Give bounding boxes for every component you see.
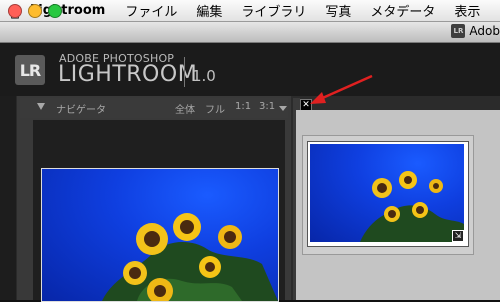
- zoom-window-button[interactable]: [48, 4, 62, 18]
- minimize-window-button[interactable]: [28, 4, 42, 18]
- window-title-bar: [0, 22, 500, 43]
- zoom-fill-option[interactable]: フル: [205, 101, 225, 116]
- thumbnail-badge-icon[interactable]: ⇲: [452, 230, 464, 242]
- menu-metadata[interactable]: メタデータ: [370, 1, 435, 20]
- thumb-sunflower-1: [372, 178, 392, 198]
- menu-photo[interactable]: 写真: [325, 1, 351, 20]
- window-title: LR Adob: [451, 24, 500, 38]
- navigator-title: ナビゲータ: [56, 105, 106, 116]
- window-title-text: Adob: [469, 24, 500, 38]
- left-panel-edge[interactable]: [0, 96, 16, 300]
- sunflower-3: [218, 225, 242, 249]
- thumb-sunflower-4: [384, 206, 400, 222]
- close-window-button[interactable]: [8, 4, 22, 18]
- annotation-arrow: [310, 74, 373, 104]
- collapse-triangle-icon[interactable]: [37, 103, 45, 110]
- product-version: 1.0: [192, 67, 216, 85]
- sunflower-thumbnail-image: [360, 171, 464, 242]
- thumb-sunflower-2: [399, 171, 417, 189]
- zoom-dropdown-icon[interactable]: [279, 106, 287, 111]
- mac-menu-bar:  Lightroom ファイル 編集 ライブラリ 写真 メタデータ 表示: [0, 0, 500, 22]
- sunflower-image: [102, 213, 278, 301]
- zoom-1-1-option[interactable]: 1:1: [235, 101, 251, 112]
- identity-divider: [184, 57, 185, 87]
- sunflower-5: [199, 256, 221, 278]
- lightroom-logo: LR: [15, 55, 45, 85]
- thumb-sunflower-5: [412, 202, 428, 218]
- menu-library[interactable]: ライブラリ: [241, 1, 306, 20]
- zoom-3-1-option[interactable]: 3:1: [259, 101, 275, 112]
- zoom-fit-option[interactable]: 全体: [175, 101, 195, 116]
- sunflower-1: [136, 223, 168, 255]
- product-name: LIGHTROOM: [58, 62, 198, 87]
- menu-view[interactable]: 表示: [454, 1, 480, 20]
- thumb-sunflower-3: [429, 179, 443, 193]
- menu-file[interactable]: ファイル: [125, 1, 177, 20]
- sunflower-4: [123, 261, 147, 285]
- lightroom-app-icon: LR: [451, 24, 466, 38]
- menu-edit[interactable]: 編集: [196, 1, 222, 20]
- navigator-photo[interactable]: [41, 168, 279, 302]
- thumbnail-photo[interactable]: [310, 144, 464, 242]
- sunflower-2: [173, 213, 201, 241]
